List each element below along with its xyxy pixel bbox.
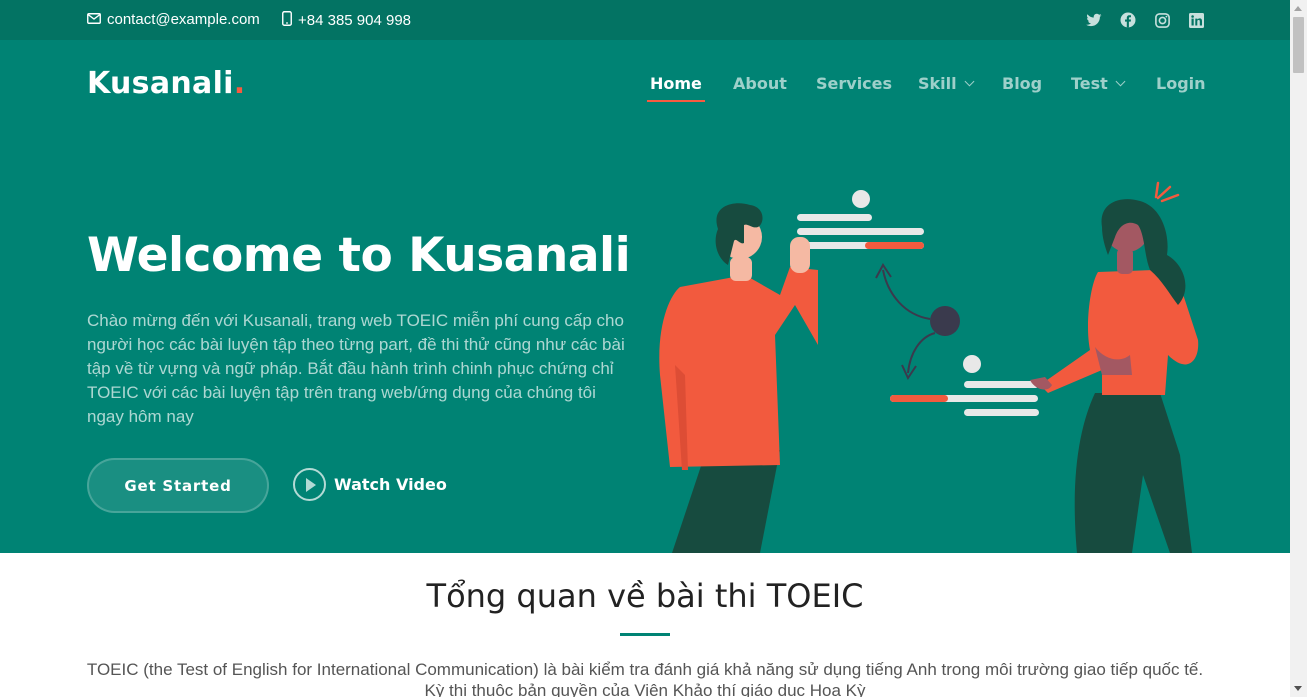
- nav-about[interactable]: About: [733, 74, 787, 93]
- hero-illustration: [659, 181, 1199, 553]
- nav-home[interactable]: Home: [647, 74, 705, 102]
- section-title: Tổng quan về bài thi TOEIC: [426, 577, 864, 615]
- instagram-icon[interactable]: [1153, 11, 1171, 29]
- site-logo[interactable]: Kusanali.: [87, 66, 245, 101]
- section-description: TOEIC (the Test of English for Internati…: [86, 660, 1204, 697]
- play-icon: [293, 468, 326, 501]
- vertical-scrollbar[interactable]: [1290, 0, 1307, 697]
- nav-skill[interactable]: Skill: [918, 74, 975, 93]
- nav-blog[interactable]: Blog: [1002, 74, 1042, 93]
- contact-email[interactable]: contact@example.com: [87, 11, 260, 28]
- chevron-down-icon: [1115, 76, 1126, 86]
- scrollbar-thumb[interactable]: [1293, 17, 1304, 73]
- nav-test[interactable]: Test: [1071, 74, 1126, 93]
- top-bar: contact@example.com +84 385 904 998: [0, 0, 1290, 40]
- scroll-down-arrow-icon[interactable]: [1294, 686, 1302, 691]
- scroll-up-arrow-icon[interactable]: [1294, 6, 1302, 11]
- logo-dot: .: [233, 66, 246, 101]
- get-started-button[interactable]: Get Started: [87, 458, 269, 513]
- hero-description: Chào mừng đến với Kusanali, trang web TO…: [87, 311, 625, 426]
- email-text: contact@example.com: [107, 11, 260, 28]
- phone-text: +84 385 904 998: [298, 12, 412, 29]
- linkedin-icon[interactable]: [1187, 11, 1205, 29]
- nav-login[interactable]: Login: [1156, 74, 1206, 93]
- phone-icon: [282, 11, 292, 30]
- hero-section: Welcome to Kusanali Chào mừng đến với Ku…: [0, 130, 1290, 553]
- watch-video-button[interactable]: Watch Video: [293, 468, 447, 501]
- header: Kusanali. Home About Services Skill Blog…: [0, 40, 1290, 130]
- nav-services[interactable]: Services: [816, 74, 892, 93]
- section-divider: [620, 633, 670, 636]
- nav-active-indicator: [647, 100, 705, 102]
- contact-phone[interactable]: +84 385 904 998: [282, 11, 411, 30]
- hero-title: Welcome to Kusanali: [87, 228, 631, 283]
- twitter-icon[interactable]: [1085, 11, 1103, 29]
- watch-video-label: Watch Video: [334, 475, 447, 494]
- chevron-down-icon: [964, 76, 975, 86]
- facebook-icon[interactable]: [1119, 11, 1137, 29]
- page: contact@example.com +84 385 904 998 Kusa…: [0, 0, 1290, 697]
- envelope-icon: [87, 11, 101, 28]
